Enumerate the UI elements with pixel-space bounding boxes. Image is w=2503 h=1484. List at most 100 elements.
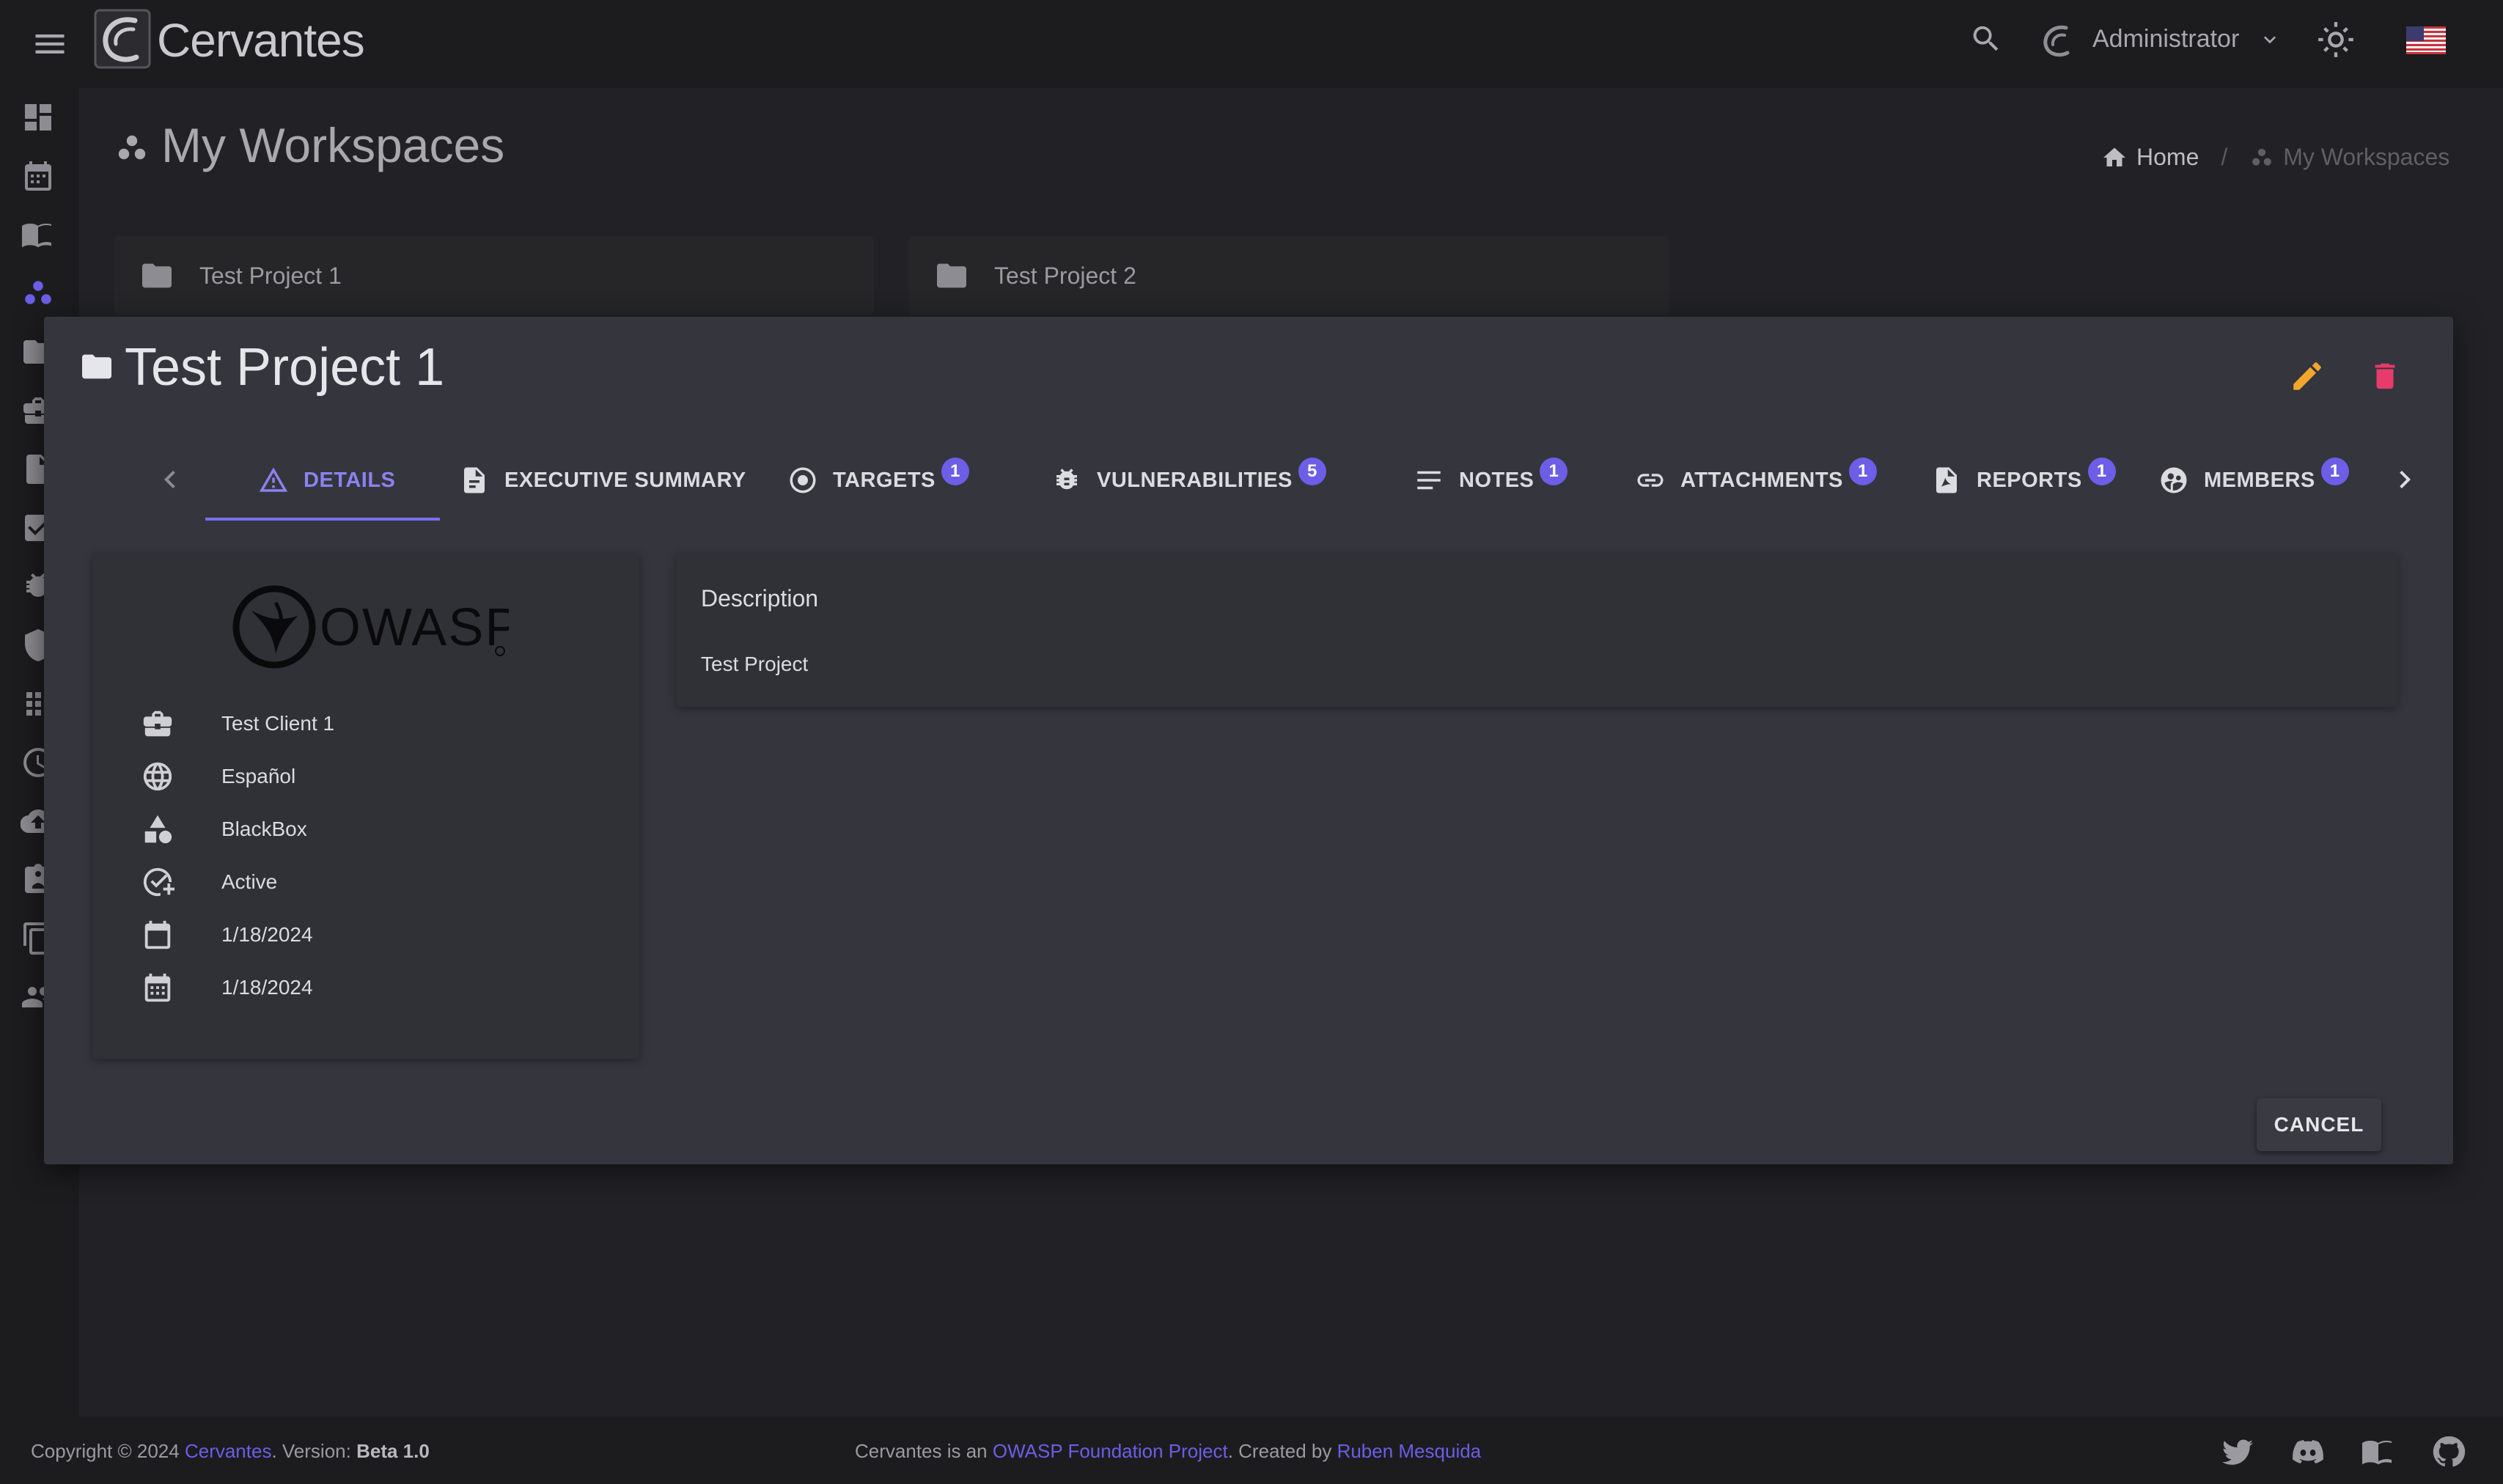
- tab-count-badge: 1: [1540, 458, 1568, 485]
- dialog-title: Test Project 1: [125, 338, 445, 397]
- pencil-icon: [2293, 362, 2321, 390]
- tab-executive-summary[interactable]: EXECUTIVE SUMMARY: [459, 440, 746, 521]
- book-icon[interactable]: [21, 217, 56, 252]
- tab-label: MEMBERS: [2204, 468, 2315, 492]
- tab-attachments[interactable]: ATTACHMENTS 1: [1635, 440, 1877, 521]
- folder-icon: [142, 263, 172, 288]
- project-dialog: Test Project 1 DETAILS EXECUTIVE SUMMARY…: [44, 317, 2453, 1164]
- tab-notes[interactable]: NOTES 1: [1414, 440, 1568, 521]
- cervantes-link[interactable]: Cervantes: [185, 1440, 272, 1462]
- description-label: Description: [701, 585, 819, 611]
- client-logo-image: OWASP: [230, 581, 509, 673]
- brand-name[interactable]: Cervantes: [157, 13, 365, 67]
- link-icon: [1637, 474, 1664, 487]
- client-row: Test Client 1: [141, 707, 334, 741]
- discord-icon[interactable]: [2290, 1434, 2326, 1469]
- breadcrumb-separator: /: [2221, 144, 2228, 170]
- target-icon: [790, 467, 816, 493]
- footer-credits: Cervantes is an OWASP Foundation Project…: [855, 1440, 1481, 1463]
- warning-icon: [259, 467, 288, 492]
- calendar-grid-icon: [144, 973, 171, 1002]
- svg-text:OWASP: OWASP: [320, 598, 509, 657]
- calendar-blank-icon: [144, 920, 171, 949]
- bug-icon: [1056, 469, 1077, 490]
- workspaces-icon[interactable]: [21, 276, 56, 311]
- tab-targets[interactable]: TARGETS 1: [787, 440, 969, 521]
- globe-icon: [143, 762, 172, 791]
- workspace-name: Test Project 1: [199, 262, 342, 289]
- home-icon: [2103, 147, 2125, 166]
- language-row: Español: [141, 760, 295, 793]
- credits-text-2: . Created by: [1227, 1440, 1337, 1462]
- tab-bar: DETAILS EXECUTIVE SUMMARY TARGETS 1 VULN…: [89, 440, 2440, 521]
- members-group-icon: [2161, 467, 2187, 493]
- breadcrumb-current: My Workspaces: [2249, 144, 2449, 171]
- tabs-scroll-right-icon[interactable]: [2387, 462, 2422, 497]
- user-avatar-icon[interactable]: [2040, 22, 2073, 59]
- project-info-card: OWASP Test Client 1 Español BlackBox Act…: [92, 553, 639, 1059]
- tab-label: REPORTS: [1977, 468, 2082, 492]
- author-link[interactable]: Ruben Mesquida: [1337, 1440, 1482, 1462]
- tabs-scroll-left-icon[interactable]: [152, 462, 188, 497]
- cervantes-logo-icon[interactable]: [94, 9, 151, 69]
- pdf-file-icon: [1936, 467, 1957, 493]
- chevron-down-icon[interactable]: [2258, 28, 2282, 51]
- description-text: Test Project: [701, 653, 809, 675]
- owasp-link[interactable]: OWASP Foundation Project: [993, 1440, 1228, 1462]
- hamburger-menu-icon[interactable]: [31, 25, 69, 63]
- project-status: Active: [221, 870, 278, 893]
- start-date-row: 1/18/2024: [141, 918, 313, 952]
- github-icon[interactable]: [2431, 1434, 2466, 1469]
- tab-count-badge: 5: [1298, 458, 1326, 485]
- workspace-card[interactable]: Test Project 2: [909, 236, 1669, 315]
- summary-document-icon: [464, 467, 485, 493]
- tab-details[interactable]: DETAILS: [258, 440, 395, 521]
- user-menu-label[interactable]: Administrator: [2092, 25, 2239, 54]
- start-date: 1/18/2024: [221, 923, 313, 946]
- active-tab-indicator: [205, 518, 440, 521]
- tab-reports[interactable]: REPORTS 1: [1931, 440, 2116, 521]
- breadcrumb-current-label: My Workspaces: [2283, 144, 2450, 170]
- breadcrumb: Home / My Workspaces: [2101, 144, 2449, 171]
- tab-count-badge: 1: [2320, 458, 2349, 485]
- test-type: BlackBox: [221, 818, 307, 840]
- end-date-row: 1/18/2024: [141, 971, 313, 1004]
- credits-text-1: Cervantes is an: [855, 1440, 993, 1462]
- tab-count-badge: 1: [2087, 458, 2116, 485]
- tab-members[interactable]: MEMBERS 1: [2158, 440, 2349, 521]
- tab-label: EXECUTIVE SUMMARY: [504, 468, 746, 492]
- workspaces-small-icon: [2252, 148, 2272, 166]
- twitter-icon[interactable]: [2220, 1434, 2255, 1469]
- calendar-icon[interactable]: [21, 158, 56, 194]
- docs-book-icon[interactable]: [2361, 1434, 2396, 1469]
- tab-label: DETAILS: [304, 468, 396, 492]
- cancel-button[interactable]: CANCEL: [2257, 1098, 2381, 1151]
- footer: Copyright © 2024 Cervantes. Version: Bet…: [0, 1417, 2503, 1484]
- version-label: . Version:: [271, 1440, 357, 1462]
- workspaces-title-icon: [114, 131, 150, 166]
- description-card: Description Test Project: [676, 553, 2397, 707]
- shapes-icon: [144, 815, 172, 844]
- dashboard-icon[interactable]: [21, 100, 56, 135]
- tab-count-badge: 1: [1848, 458, 1877, 485]
- search-icon[interactable]: [1969, 22, 2003, 56]
- page-title: My Workspaces: [161, 118, 505, 172]
- breadcrumb-home[interactable]: Home: [2101, 144, 2199, 171]
- edit-button[interactable]: [2289, 358, 2326, 394]
- tab-vulnerabilities[interactable]: VULNERABILITIES 5: [1051, 440, 1326, 521]
- end-date: 1/18/2024: [221, 976, 313, 999]
- tab-label: NOTES: [1459, 468, 1534, 492]
- tab-label: ATTACHMENTS: [1680, 468, 1843, 492]
- top-bar: Cervantes Administrator: [0, 0, 2503, 88]
- workspace-card[interactable]: Test Project 1: [114, 236, 874, 315]
- version-value: Beta 1.0: [356, 1440, 430, 1462]
- delete-button[interactable]: [2368, 358, 2402, 394]
- trash-icon: [2375, 363, 2395, 389]
- project-language: Español: [221, 765, 296, 787]
- notes-lines-icon: [1417, 471, 1441, 490]
- us-flag-icon[interactable]: [2406, 26, 2446, 54]
- briefcase-icon: [143, 710, 172, 737]
- theme-toggle-sun-icon[interactable]: [2317, 21, 2355, 59]
- test-type-row: BlackBox: [141, 812, 307, 846]
- tab-label: TARGETS: [833, 468, 936, 492]
